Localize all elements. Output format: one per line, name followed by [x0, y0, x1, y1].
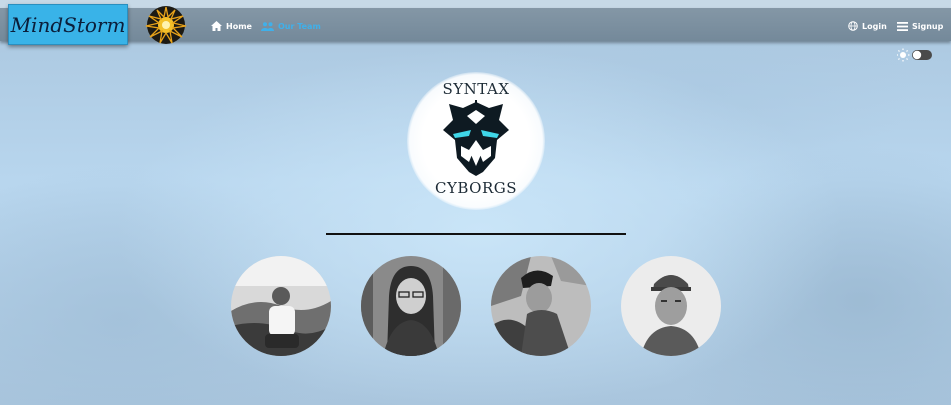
team-member-photo-1[interactable] — [231, 256, 331, 356]
storm-logo-icon[interactable] — [142, 4, 190, 46]
logo-top-word: SYNTAX — [442, 80, 510, 98]
nav-our-team-link[interactable]: Our Team — [261, 19, 321, 33]
menu-icon — [897, 21, 908, 31]
team-member-photo-2[interactable] — [361, 256, 461, 356]
cyborg-mask-icon — [443, 100, 509, 176]
signup-link[interactable]: Signup — [897, 19, 943, 33]
logo-bottom-word: CYBORGS — [434, 179, 518, 197]
nav-home-link[interactable]: Home — [211, 19, 252, 33]
home-icon — [211, 21, 222, 31]
section-divider — [326, 233, 626, 235]
brand-name: MindStorm — [10, 12, 126, 37]
nav-home-label: Home — [226, 21, 252, 31]
login-label: Login — [862, 21, 887, 31]
theme-toggle[interactable] — [896, 47, 947, 63]
people-icon — [261, 21, 274, 31]
sun-icon — [896, 48, 910, 62]
team-member-photo-3[interactable] — [491, 256, 591, 356]
team-member-photo-4[interactable] — [621, 256, 721, 356]
signup-label: Signup — [912, 21, 944, 31]
nav-our-team-label: Our Team — [278, 21, 321, 31]
moon-icon — [938, 49, 944, 61]
brand-logo-button[interactable]: MindStorm — [8, 4, 128, 45]
toggle-knob — [912, 50, 922, 60]
globe-icon — [848, 21, 858, 31]
team-logo: SYNTAX CYBORGS — [407, 72, 545, 210]
login-link[interactable]: Login — [848, 19, 887, 33]
